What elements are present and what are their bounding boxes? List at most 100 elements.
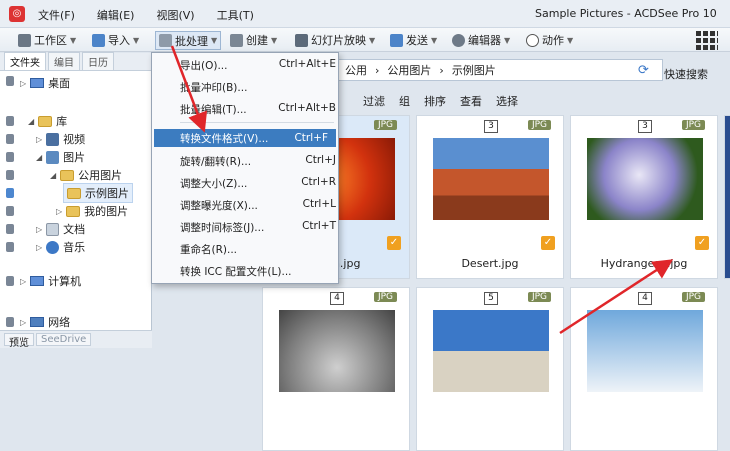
thumbnail-image bbox=[433, 310, 549, 392]
music-icon bbox=[46, 240, 60, 254]
tree-label: 公用图片 bbox=[78, 169, 123, 182]
menu-item-export[interactable]: 导出(O)... Ctrl+Alt+E bbox=[180, 58, 336, 73]
menu-item-rotate-flip[interactable]: 旋转/翻转(R)... Ctrl+J bbox=[180, 154, 336, 169]
tree-item-sample-pictures[interactable]: 示例图片 bbox=[63, 183, 133, 203]
file-type-badge: JPG bbox=[373, 120, 397, 130]
expand-arrow-icon[interactable]: ▷ bbox=[20, 277, 26, 286]
menu-item-resize[interactable]: 调整大小(Z)... Ctrl+R bbox=[180, 176, 336, 191]
tree-item-video[interactable]: ▷ 视频 bbox=[36, 131, 85, 147]
send-button[interactable]: 发送 ▼ bbox=[390, 31, 437, 49]
pin-icon[interactable] bbox=[6, 224, 14, 234]
workspace-button[interactable]: 工作区 ▼ bbox=[18, 31, 76, 49]
menu-item-batch-print[interactable]: 批量冲印(B)... bbox=[180, 80, 336, 95]
breadcrumb-public-pictures[interactable]: 公用图片 bbox=[387, 62, 431, 78]
breadcrumb-public[interactable]: 公用 bbox=[345, 62, 367, 78]
tree-item-network[interactable]: ▷ 网络 bbox=[20, 314, 70, 330]
tree-item-public-pictures[interactable]: ◢ 公用图片 bbox=[50, 167, 122, 183]
expand-arrow-icon[interactable]: ▷ bbox=[56, 207, 62, 216]
import-button[interactable]: 导入 ▼ bbox=[92, 31, 139, 49]
menu-file[interactable]: 文件(F) bbox=[38, 7, 75, 23]
thumbnail-lighthouse[interactable]: 5 JPG bbox=[416, 287, 564, 451]
collapse-arrow-icon[interactable]: ◢ bbox=[36, 153, 42, 162]
menu-tools[interactable]: 工具(T) bbox=[217, 7, 254, 23]
expand-arrow-icon[interactable]: ▷ bbox=[36, 225, 42, 234]
folder-icon bbox=[60, 169, 75, 181]
documents-icon bbox=[46, 222, 60, 236]
select-button[interactable]: 选择 bbox=[496, 93, 518, 109]
slideshow-button[interactable]: 幻灯片放映 ▼ bbox=[295, 31, 375, 49]
pin-icon[interactable] bbox=[6, 76, 14, 86]
create-button[interactable]: 创建 ▼ bbox=[230, 31, 277, 49]
grid-view-icon[interactable] bbox=[696, 31, 718, 50]
menu-item-convert-icc[interactable]: 转换 ICC 配置文件(L)... bbox=[180, 264, 336, 279]
menu-item-label: 调整曝光度(X)... bbox=[180, 200, 258, 212]
play-icon bbox=[526, 33, 539, 47]
tree-item-music[interactable]: ▷ 音乐 bbox=[36, 239, 85, 255]
refresh-icon[interactable]: ⟳ bbox=[638, 63, 649, 78]
expand-arrow-icon[interactable]: ▷ bbox=[20, 318, 26, 327]
slideshow-icon bbox=[295, 33, 308, 47]
tree-item-pictures[interactable]: ◢ 图片 bbox=[36, 149, 85, 165]
menu-item-label: 导出(O)... bbox=[180, 60, 228, 72]
group-button[interactable]: 组 bbox=[399, 93, 410, 109]
checkbox-checked-icon[interactable]: ✓ bbox=[695, 236, 709, 250]
menu-item-rename[interactable]: 重命名(R)... bbox=[180, 242, 336, 257]
menu-view[interactable]: 视图(V) bbox=[156, 7, 194, 23]
thumbnail-image bbox=[433, 138, 549, 220]
expand-arrow-icon[interactable]: ▷ bbox=[36, 135, 42, 144]
thumbnail-partial[interactable] bbox=[724, 115, 730, 279]
sort-button[interactable]: 排序 bbox=[424, 93, 446, 109]
checkbox-checked-icon[interactable]: ✓ bbox=[387, 236, 401, 250]
menu-item-adjust-exposure[interactable]: 调整曝光度(X)... Ctrl+L bbox=[180, 198, 336, 213]
tree-item-my-pictures[interactable]: ▷ 我的图片 bbox=[56, 203, 128, 219]
menu-edit[interactable]: 编辑(E) bbox=[97, 7, 135, 23]
quick-search-label[interactable]: 快速搜索 bbox=[664, 66, 708, 82]
collapse-arrow-icon[interactable]: ◢ bbox=[50, 171, 56, 180]
menu-item-batch-edit[interactable]: 批量编辑(T)... Ctrl+Alt+B bbox=[180, 102, 336, 117]
batch-button[interactable]: 批处理 ▼ bbox=[155, 31, 222, 50]
breadcrumb-sample-pictures[interactable]: 示例图片 bbox=[452, 62, 496, 78]
thumbnail-koala[interactable]: 4 JPG bbox=[262, 287, 410, 451]
chevron-down-icon: ▼ bbox=[431, 35, 438, 45]
tree-item-computer[interactable]: ▷ 计算机 bbox=[20, 273, 81, 289]
expand-arrow-icon[interactable]: ▷ bbox=[36, 243, 42, 252]
tree-item-desktop[interactable]: ▷ 桌面 bbox=[20, 75, 70, 91]
tree-item-documents[interactable]: ▷ 文档 bbox=[36, 221, 85, 237]
pin-icon[interactable] bbox=[6, 116, 14, 126]
batch-icon bbox=[159, 34, 172, 47]
expand-arrow-icon[interactable]: ▷ bbox=[20, 79, 26, 88]
tab-catalog[interactable]: 编目 bbox=[48, 52, 80, 70]
pin-icon[interactable] bbox=[6, 134, 14, 144]
file-name: Desert.jpg bbox=[461, 257, 519, 270]
menu-item-label: 重命名(R)... bbox=[180, 244, 238, 256]
create-icon bbox=[230, 33, 243, 47]
view-button[interactable]: 查看 bbox=[460, 93, 482, 109]
menu-item-convert-format[interactable]: 转换文件格式(V)... Ctrl+F bbox=[154, 129, 336, 147]
breadcrumb-separator: › bbox=[375, 63, 380, 77]
pin-icon[interactable] bbox=[6, 170, 14, 180]
thumbnail-desert[interactable]: 3 JPG ✓ Desert.jpg bbox=[416, 115, 564, 279]
menu-item-shortcut: Ctrl+T bbox=[302, 220, 336, 232]
acdsee-app-icon[interactable]: ◎ bbox=[9, 6, 25, 22]
pin-icon[interactable] bbox=[6, 242, 14, 252]
thumbnail-penguins[interactable]: 4 JPG bbox=[570, 287, 718, 451]
pin-icon[interactable] bbox=[6, 188, 14, 198]
pin-icon[interactable] bbox=[6, 276, 14, 286]
thumbnail-hydrangeas[interactable]: 3 JPG ✓ Hydrangeas.jpg bbox=[570, 115, 718, 279]
menu-item-shortcut: Ctrl+L bbox=[302, 198, 336, 210]
checkbox-checked-icon[interactable]: ✓ bbox=[541, 236, 555, 250]
menu-item-adjust-timestamp[interactable]: 调整时间标签(J)... Ctrl+T bbox=[180, 220, 336, 235]
menu-item-label: 转换 ICC 配置文件(L)... bbox=[180, 266, 292, 278]
tree-item-library[interactable]: ◢ 库 bbox=[28, 113, 67, 129]
pin-icon[interactable] bbox=[6, 317, 14, 327]
tab-preview[interactable]: 预览 bbox=[4, 333, 34, 349]
action-button[interactable]: 动作 ▼ bbox=[526, 31, 573, 49]
collapse-arrow-icon[interactable]: ◢ bbox=[28, 117, 34, 126]
filter-button[interactable]: 过滤 bbox=[363, 93, 385, 109]
tab-calendar[interactable]: 日历 bbox=[82, 52, 114, 70]
editor-button[interactable]: 编辑器 ▼ bbox=[452, 31, 510, 49]
pin-icon[interactable] bbox=[6, 152, 14, 162]
tab-folders[interactable]: 文件夹 bbox=[4, 52, 46, 70]
pin-icon[interactable] bbox=[6, 206, 14, 216]
tab-seedrive[interactable]: SeeDrive bbox=[36, 333, 92, 346]
